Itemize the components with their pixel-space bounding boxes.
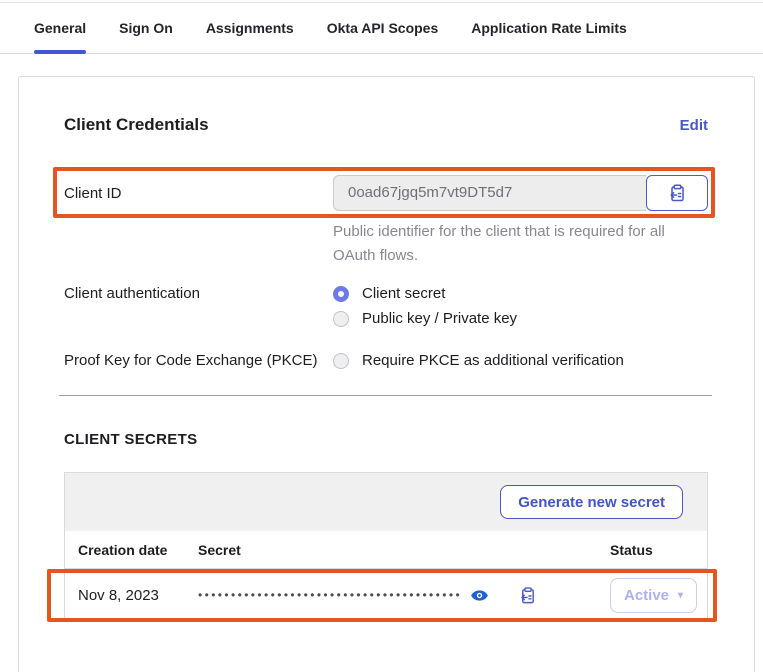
column-header-status: Status [610, 542, 707, 558]
card-header: Client Credentials Edit [64, 115, 708, 135]
client-secrets-table: Generate new secret Creation date Secret… [64, 472, 708, 622]
clipboard-copy-icon [518, 586, 537, 605]
creation-date-cell: Nov 8, 2023 [78, 587, 198, 604]
status-label: Active [624, 587, 669, 604]
radio-unselected-icon[interactable] [333, 311, 349, 327]
client-authentication-row: Client authentication Client secret Publ… [64, 285, 708, 327]
status-dropdown-button[interactable]: Active ▾ [610, 578, 697, 613]
edit-link[interactable]: Edit [680, 117, 708, 134]
tab-sign-on[interactable]: Sign On [119, 3, 173, 53]
option-public-private-key[interactable]: Public key / Private key [333, 310, 517, 327]
client-secrets-heading: CLIENT SECRETS [64, 431, 708, 448]
secret-table-row: Nov 8, 2023 ••••••••••••••••••••••••••••… [65, 569, 707, 621]
option-label: Client secret [362, 285, 445, 302]
column-header-secret: Secret [198, 542, 610, 558]
client-credentials-card: Client Credentials Edit Client ID 0oad67… [18, 76, 755, 672]
client-id-row: Client ID 0oad67jgq5m7vt9DT5d7 [64, 175, 708, 211]
copy-secret-button[interactable] [518, 586, 537, 605]
client-id-input-group: 0oad67jgq5m7vt9DT5d7 [333, 175, 708, 211]
masked-secret-value: •••••••••••••••••••••••••••••••••••••••• [198, 588, 462, 602]
copy-client-id-button[interactable] [646, 175, 708, 211]
client-authentication-options: Client secret Public key / Private key [333, 285, 517, 327]
generate-new-secret-button[interactable]: Generate new secret [500, 485, 683, 519]
table-header-row: Creation date Secret Status [65, 531, 707, 569]
tab-general[interactable]: General [34, 3, 86, 53]
tab-assignments[interactable]: Assignments [206, 3, 294, 53]
section-divider [59, 395, 712, 396]
reveal-secret-button[interactable] [470, 586, 489, 605]
tab-application-rate-limits[interactable]: Application Rate Limits [471, 3, 627, 53]
column-header-creation-date: Creation date [78, 542, 198, 558]
client-authentication-label: Client authentication [64, 285, 333, 302]
client-id-help-text: Public identifier for the client that is… [333, 220, 675, 268]
chevron-down-icon: ▾ [678, 590, 683, 601]
pkce-option[interactable]: Require PKCE as additional verification [333, 352, 624, 369]
radio-selected-icon[interactable] [333, 286, 349, 302]
pkce-label: Proof Key for Code Exchange (PKCE) [64, 352, 333, 369]
section-title: Client Credentials [64, 115, 209, 135]
eye-icon [470, 586, 489, 605]
option-label: Public key / Private key [362, 310, 517, 327]
client-id-input[interactable]: 0oad67jgq5m7vt9DT5d7 [333, 175, 646, 211]
option-client-secret[interactable]: Client secret [333, 285, 517, 302]
pkce-row: Proof Key for Code Exchange (PKCE) Requi… [64, 352, 708, 369]
table-toolbar: Generate new secret [65, 473, 707, 531]
clipboard-copy-icon [667, 183, 687, 203]
checkbox-unchecked-icon[interactable] [333, 353, 349, 369]
status-cell: Active ▾ [610, 578, 707, 613]
secret-cell: •••••••••••••••••••••••••••••••••••••••• [198, 586, 610, 605]
client-id-label: Client ID [64, 185, 333, 202]
app-tab-bar: General Sign On Assignments Okta API Sco… [0, 3, 763, 54]
tab-okta-api-scopes[interactable]: Okta API Scopes [327, 3, 439, 53]
pkce-option-label: Require PKCE as additional verification [362, 352, 624, 369]
